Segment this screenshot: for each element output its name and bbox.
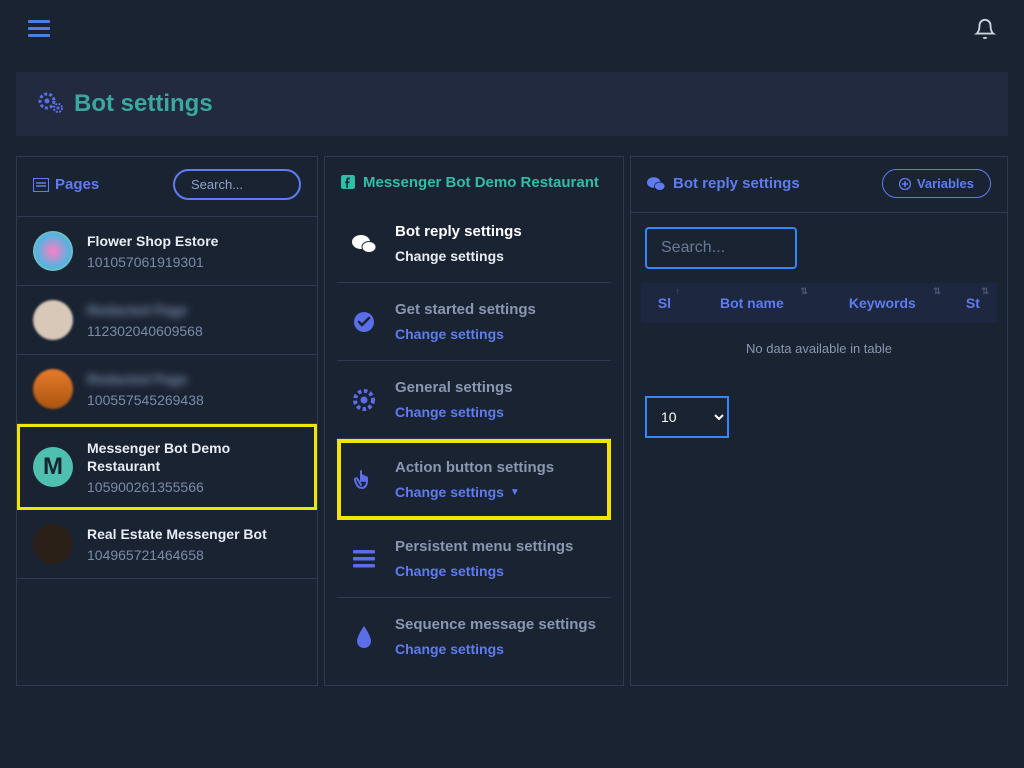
table-empty-message: No data available in table <box>641 323 997 374</box>
setting-change-link[interactable]: Change settings <box>395 248 522 264</box>
page-id: 101057061919301 <box>87 254 218 270</box>
chevron-down-icon: ▼ <box>510 487 520 498</box>
page-item[interactable]: Redacted Page 100557545269438 <box>17 355 317 424</box>
bell-icon <box>974 18 996 40</box>
gears-icon <box>38 92 64 117</box>
page-id: 105900261355566 <box>87 479 301 495</box>
sort-indicator: ↑ <box>675 286 680 296</box>
setting-change-link[interactable]: Change settings ▼ <box>395 484 554 500</box>
setting-item[interactable]: General settings Change settings <box>337 361 611 439</box>
chat-icon <box>647 176 665 192</box>
page-name: Messenger Bot Demo Restaurant <box>87 439 301 475</box>
page-item[interactable]: M Messenger Bot Demo Restaurant 1059002613… <box>17 424 317 510</box>
settings-panel: Messenger Bot Demo Restaurant Bot reply … <box>324 156 624 686</box>
setting-change-link[interactable]: Change settings <box>395 641 596 657</box>
pages-panel: Pages Flower Shop Estore 101057061919301 R… <box>16 156 318 686</box>
chat-icon <box>351 233 377 255</box>
setting-change-link[interactable]: Change settings <box>395 326 536 342</box>
sort-indicator: ⇅ <box>800 286 808 297</box>
drop-icon <box>351 625 377 649</box>
menu-icon <box>351 550 377 568</box>
setting-title: Sequence message settings <box>395 616 596 633</box>
table-search-input[interactable] <box>645 227 797 269</box>
page-avatar <box>33 231 73 271</box>
pages-search-input[interactable] <box>173 169 301 200</box>
sort-indicator: ⇅ <box>981 286 989 297</box>
setting-item[interactable]: Persistent menu settings Change settings <box>337 520 611 598</box>
pages-label: Pages <box>33 176 99 193</box>
context-page-name: Messenger Bot Demo Restaurant <box>325 157 623 205</box>
pages-icon <box>33 178 49 192</box>
setting-title: Persistent menu settings <box>395 538 573 555</box>
page-item[interactable]: Redacted Page 112302040609568 <box>17 286 317 355</box>
page-title-bar: Bot settings <box>16 72 1008 136</box>
setting-item[interactable]: Bot reply settings Change settings <box>337 205 611 283</box>
page-name: Flower Shop Estore <box>87 232 218 250</box>
setting-item[interactable]: Action button settings Change settings ▼ <box>337 439 611 520</box>
page-id: 112302040609568 <box>87 323 203 339</box>
page-avatar <box>33 369 73 409</box>
page-avatar: M <box>33 447 73 487</box>
hamburger-icon <box>28 20 50 38</box>
table-header[interactable]: St⇅ <box>949 283 997 323</box>
pointer-icon <box>351 468 377 492</box>
page-id: 100557545269438 <box>87 392 204 408</box>
page-name: Redacted Page <box>87 370 204 388</box>
variables-button[interactable]: Variables <box>882 169 991 198</box>
page-avatar <box>33 300 73 340</box>
reply-panel: Bot reply settings Variables Sl↑Bot name… <box>630 156 1008 686</box>
setting-title: General settings <box>395 379 513 396</box>
check-icon <box>351 311 377 333</box>
page-title: Bot settings <box>74 90 213 118</box>
page-name: Redacted Page <box>87 301 203 319</box>
setting-item[interactable]: Sequence message settings Change settings <box>337 598 611 675</box>
menu-toggle[interactable] <box>28 20 50 41</box>
notifications-button[interactable] <box>974 18 996 43</box>
setting-title: Get started settings <box>395 301 536 318</box>
setting-title: Action button settings <box>395 459 554 476</box>
gear-icon <box>351 389 377 411</box>
page-item[interactable]: Flower Shop Estore 101057061919301 <box>17 217 317 286</box>
page-avatar <box>33 524 73 564</box>
page-item[interactable]: Real Estate Messenger Bot 104965721464658 <box>17 510 317 579</box>
table-header[interactable]: Sl↑ <box>641 283 688 323</box>
table-header[interactable]: Bot name⇅ <box>688 283 816 323</box>
bots-table: Sl↑Bot name⇅Keywords⇅St⇅ No data availab… <box>641 283 997 374</box>
table-header[interactable]: Keywords⇅ <box>816 283 949 323</box>
setting-item[interactable]: Get started settings Change settings <box>337 283 611 361</box>
reply-panel-title: Bot reply settings <box>647 175 800 192</box>
page-size-select[interactable]: 102550100 <box>645 396 729 438</box>
page-name: Real Estate Messenger Bot <box>87 525 267 543</box>
page-id: 104965721464658 <box>87 547 267 563</box>
setting-change-link[interactable]: Change settings <box>395 404 513 420</box>
plus-circle-icon <box>899 178 911 190</box>
setting-title: Bot reply settings <box>395 223 522 240</box>
sort-indicator: ⇅ <box>933 286 941 297</box>
facebook-icon <box>341 175 355 189</box>
setting-change-link[interactable]: Change settings <box>395 563 573 579</box>
